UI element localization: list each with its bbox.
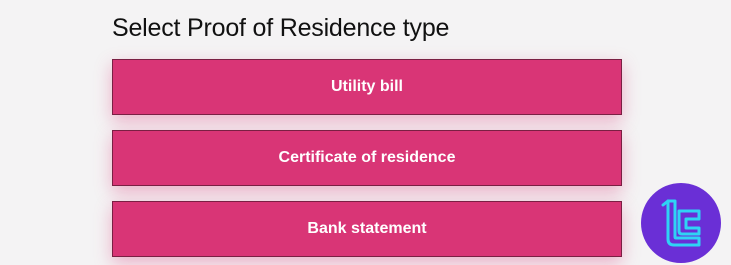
- brand-logo-icon: [641, 183, 721, 263]
- residence-type-options: Utility bill Certificate of residence Ba…: [112, 59, 622, 257]
- certificate-of-residence-button[interactable]: Certificate of residence: [112, 130, 622, 186]
- bank-statement-button[interactable]: Bank statement: [112, 201, 622, 257]
- brand-logo-mark: [661, 199, 701, 247]
- utility-bill-button[interactable]: Utility bill: [112, 59, 622, 115]
- page-title: Select Proof of Residence type: [112, 14, 450, 42]
